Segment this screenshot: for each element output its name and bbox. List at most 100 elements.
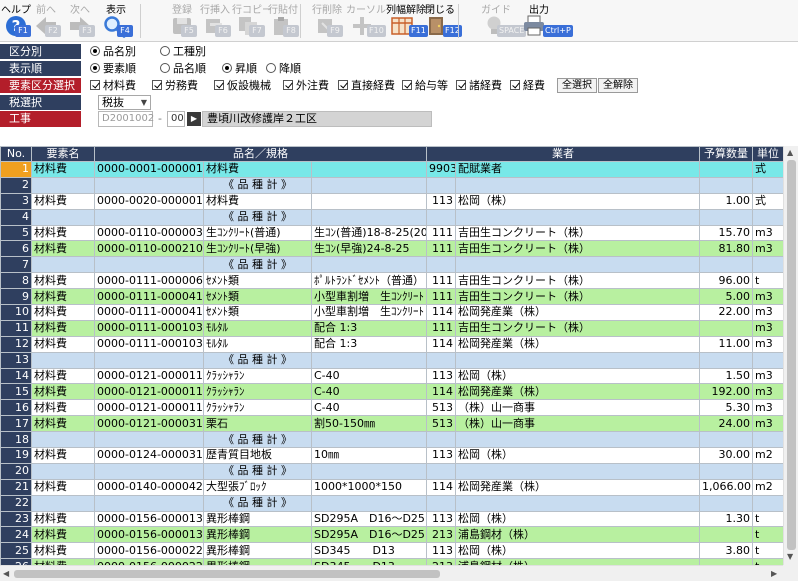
table-row[interactable]: 7 《 品 種 計 》	[0, 256, 783, 274]
spec-cell[interactable]	[311, 431, 427, 449]
spec-cell[interactable]: 10㎜	[311, 447, 427, 464]
unit-cell[interactable]: m3	[752, 335, 783, 353]
item-code-cell[interactable]: 0000-0111-000103	[94, 335, 204, 353]
item-name-cell[interactable]: 材料費	[203, 161, 312, 178]
header-budget-qty[interactable]: 予算数量	[699, 146, 753, 162]
unit-cell[interactable]: m3	[752, 399, 783, 417]
spec-cell[interactable]	[311, 161, 427, 178]
element-cell[interactable]: 材料費	[31, 192, 95, 210]
element-cell[interactable]: 材料費	[31, 542, 95, 560]
budget-qty-cell[interactable]: 11.00	[699, 335, 753, 353]
element-cell[interactable]	[31, 208, 95, 226]
spec-cell[interactable]: 生ｺﾝ(早強)24-8-25	[311, 240, 427, 258]
item-code-cell[interactable]: 0000-0121-000031	[94, 415, 204, 433]
row-number[interactable]: 15	[0, 383, 32, 401]
vendor-name-cell[interactable]	[455, 176, 700, 194]
item-name-cell[interactable]: 《 品 種 計 》	[203, 256, 312, 274]
row-number[interactable]: 21	[0, 478, 32, 496]
element-checkbox[interactable]: 経費	[510, 78, 545, 93]
element-cell[interactable]: 材料費	[31, 526, 95, 544]
vendor-code-cell[interactable]	[426, 256, 456, 274]
unit-cell[interactable]: m3	[752, 240, 783, 258]
vendor-code-cell[interactable]: 113	[426, 367, 456, 385]
spec-cell[interactable]: SD295A D16～D25	[311, 510, 427, 528]
budget-qty-cell[interactable]: 1.00	[699, 192, 753, 210]
vendor-name-cell[interactable]: 松岡発産業（株）	[455, 304, 700, 321]
row-number[interactable]: 20	[0, 462, 32, 480]
element-cell[interactable]	[31, 176, 95, 194]
item-name-cell[interactable]: ﾓﾙﾀﾙ	[203, 335, 312, 353]
item-name-cell[interactable]: 《 品 種 計 》	[203, 462, 312, 480]
header-no[interactable]: No.	[0, 146, 32, 162]
table-row[interactable]: 12 材料費 0000-0111-000103 ﾓﾙﾀﾙ 配合 1:3 114 松岡発産業（…	[0, 335, 783, 353]
toolbar-button-f7[interactable]: 行コピー F7	[232, 0, 272, 42]
row-number[interactable]: 3	[0, 192, 32, 210]
vendor-name-cell[interactable]: 配賦業者	[455, 161, 700, 178]
horizontal-scrollbar[interactable]: ◀ ▶	[0, 565, 783, 581]
scroll-down-icon[interactable]: ▼	[787, 552, 793, 562]
element-checkbox[interactable]: 材料費	[90, 78, 136, 93]
item-code-cell[interactable]: 0000-0156-000013	[94, 526, 204, 544]
item-name-cell[interactable]: 《 品 種 計 》	[203, 494, 312, 512]
spec-cell[interactable]: 1000*1000*150	[311, 478, 427, 496]
table-row[interactable]: 11 材料費 0000-0111-000103 ﾓﾙﾀﾙ 配合 1:3 111 吉田生コンク…	[0, 319, 783, 337]
table-row[interactable]: 23 材料費 0000-0156-000013 異形棒鋼 SD295A D16～D25 1…	[0, 510, 783, 528]
table-row[interactable]: 18 《 品 種 計 》	[0, 431, 783, 449]
row-number[interactable]: 13	[0, 351, 32, 369]
table-row[interactable]: 14 材料費 0000-0121-000011 ｸﾗｯｼｬﾗﾝ C-40 113 松岡（株）…	[0, 367, 783, 385]
header-unit[interactable]: 単位	[752, 146, 783, 162]
unit-cell[interactable]: t	[752, 272, 783, 290]
vendor-code-cell[interactable]	[426, 494, 456, 512]
table-row[interactable]: 22 《 品 種 計 》	[0, 494, 783, 512]
vendor-name-cell[interactable]: 松岡（株）	[455, 542, 700, 560]
tax-select[interactable]: 税抜 ▼	[98, 95, 151, 110]
item-name-cell[interactable]: 材料費	[203, 192, 312, 210]
item-name-cell[interactable]: ｸﾗｯｼｬﾗﾝ	[203, 383, 312, 401]
element-checkbox[interactable]: 諸経費	[456, 78, 502, 93]
vendor-code-cell[interactable]	[426, 208, 456, 226]
item-name-cell[interactable]: 《 品 種 計 》	[203, 176, 312, 194]
vendor-code-cell[interactable]: 113	[426, 447, 456, 464]
budget-qty-cell[interactable]: 30.00	[699, 447, 753, 464]
kubun-option-work[interactable]: 工種別	[160, 44, 206, 59]
item-code-cell[interactable]: 0000-0111-000041	[94, 288, 204, 306]
item-name-cell[interactable]: 生ｺﾝｸﾘｰﾄ(早強)	[203, 240, 312, 258]
vendor-code-cell[interactable]: 9903	[426, 161, 456, 178]
item-name-cell[interactable]: 歴青質目地板	[203, 447, 312, 464]
table-row[interactable]: 1 材料費 0000-0001-000001 材料費 9903 配賦業者式	[0, 161, 783, 178]
item-code-cell[interactable]	[94, 494, 204, 512]
table-row[interactable]: 19 材料費 0000-0124-000031 歴青質目地板 10㎜ 113 松岡（株） 30…	[0, 447, 783, 464]
vendor-code-cell[interactable]: 114	[426, 335, 456, 353]
item-code-cell[interactable]: 0000-0156-000022	[94, 542, 204, 560]
toolbar-button-f2[interactable]: 前へ F2	[30, 0, 62, 42]
spec-cell[interactable]	[311, 494, 427, 512]
unit-cell[interactable]: m3	[752, 288, 783, 306]
row-number[interactable]: 23	[0, 510, 32, 528]
order-option-name[interactable]: 品名順	[160, 61, 206, 76]
row-number[interactable]: 9	[0, 288, 32, 306]
table-row[interactable]: 16 材料費 0000-0121-000011 ｸﾗｯｼｬﾗﾝ C-40 513 （株）山一…	[0, 399, 783, 417]
unit-cell[interactable]: m3	[752, 224, 783, 242]
vendor-code-cell[interactable]: 513	[426, 415, 456, 433]
clear-all-button[interactable]: 全解除	[598, 78, 638, 93]
budget-qty-cell[interactable]: 24.00	[699, 415, 753, 433]
vendor-name-cell[interactable]: 吉田生コンクリート（株）	[455, 288, 700, 306]
unit-cell[interactable]: m3	[752, 304, 783, 321]
work-code-input[interactable]: D2001002	[98, 111, 154, 127]
table-row[interactable]: 24 材料費 0000-0156-000013 異形棒鋼 SD295A D16～D25 2…	[0, 526, 783, 544]
element-checkbox[interactable]: 外注費	[283, 78, 329, 93]
table-row[interactable]: 15 材料費 0000-0121-000011 ｸﾗｯｼｬﾗﾝ C-40 114 松岡発産業…	[0, 383, 783, 401]
unit-cell[interactable]: t	[752, 510, 783, 528]
toolbar-button-ctrl-p[interactable]: 出力 Ctrl+P	[518, 0, 573, 42]
item-code-cell[interactable]	[94, 256, 204, 274]
vertical-scrollbar[interactable]: ▲ ▼	[783, 146, 798, 565]
table-row[interactable]: 20 《 品 種 計 》	[0, 462, 783, 480]
spec-cell[interactable]: C-40	[311, 399, 427, 417]
element-cell[interactable]	[31, 494, 95, 512]
unit-cell[interactable]	[752, 208, 783, 226]
vendor-name-cell[interactable]: 松岡（株）	[455, 447, 700, 464]
spec-cell[interactable]	[311, 462, 427, 480]
budget-qty-cell[interactable]	[699, 462, 753, 480]
unit-cell[interactable]: m2	[752, 478, 783, 496]
item-code-cell[interactable]: 0000-0111-000006	[94, 272, 204, 290]
